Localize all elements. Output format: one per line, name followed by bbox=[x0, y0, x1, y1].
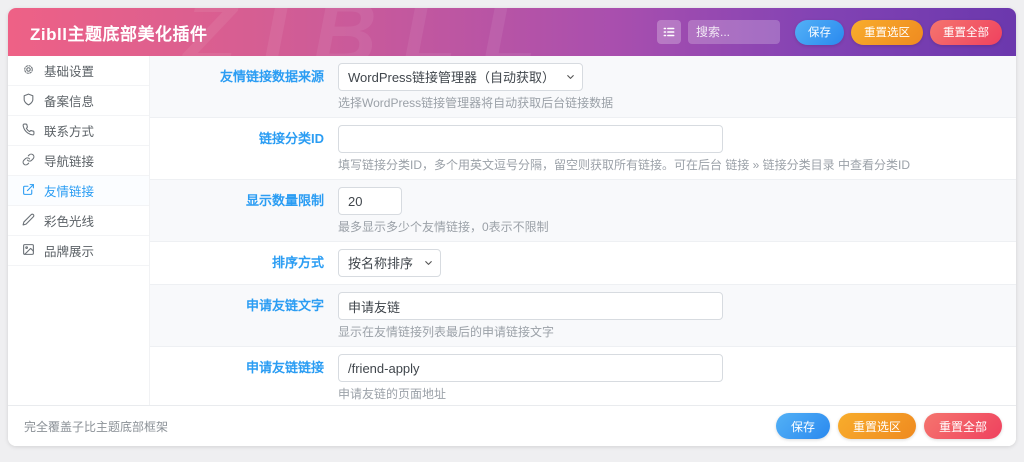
image-icon bbox=[22, 243, 35, 259]
sidebar-item-record-info[interactable]: 备案信息 bbox=[8, 86, 149, 116]
sidebar-item-nav-links[interactable]: 导航链接 bbox=[8, 146, 149, 176]
menu-list-icon[interactable] bbox=[657, 20, 681, 44]
phone-icon bbox=[22, 123, 35, 139]
reset-all-button[interactable]: 重置全部 bbox=[924, 413, 1002, 439]
form-row-data-source: 友情链接数据来源 WordPress链接管理器（自动获取） 选择WordPres… bbox=[150, 56, 1016, 118]
apply-url-input[interactable] bbox=[338, 354, 723, 382]
sidebar-item-label: 彩色光线 bbox=[44, 211, 94, 230]
sidebar-item-label: 基础设置 bbox=[44, 61, 94, 80]
sidebar-item-label: 品牌展示 bbox=[44, 241, 94, 260]
form-row-apply-text: 申请友链文字 显示在友情链接列表最后的申请链接文字 bbox=[150, 285, 1016, 347]
sidebar-item-label: 联系方式 bbox=[44, 121, 94, 140]
form-row-category-id: 链接分类ID 填写链接分类ID，多个用英文逗号分隔，留空则获取所有链接。可在后台… bbox=[150, 118, 1016, 180]
field-help: 选择WordPress链接管理器将自动获取后台链接数据 bbox=[338, 96, 996, 110]
field-label: 申请友链文字 bbox=[150, 292, 338, 339]
field-help: 申请友链的页面地址 bbox=[338, 387, 996, 401]
reset-section-button[interactable]: 重置选区 bbox=[851, 20, 923, 45]
field-help: 填写链接分类ID，多个用英文逗号分隔，留空则获取所有链接。可在后台 链接 » 链… bbox=[338, 158, 996, 172]
form-row-apply-url: 申请友链链接 申请友链的页面地址 bbox=[150, 347, 1016, 409]
sidebar-item-label: 备案信息 bbox=[44, 91, 94, 110]
field-help: 显示在友情链接列表最后的申请链接文字 bbox=[338, 325, 996, 339]
sidebar-item-basic-settings[interactable]: 基础设置 bbox=[8, 56, 149, 86]
save-button[interactable]: 保存 bbox=[795, 20, 844, 45]
settings-form: 友情链接数据来源 WordPress链接管理器（自动获取） 选择WordPres… bbox=[150, 56, 1016, 405]
shield-icon bbox=[22, 93, 35, 109]
data-source-select[interactable]: WordPress链接管理器（自动获取） bbox=[338, 63, 583, 91]
sidebar-item-contact[interactable]: 联系方式 bbox=[8, 116, 149, 146]
save-button[interactable]: 保存 bbox=[776, 413, 830, 439]
sidebar-item-friend-links[interactable]: 友情链接 bbox=[8, 176, 149, 206]
external-link-icon bbox=[22, 183, 35, 199]
link-icon bbox=[22, 153, 35, 169]
field-label: 排序方式 bbox=[150, 249, 338, 277]
form-row-display-limit: 显示数量限制 最多显示多少个友情链接，0表示不限制 bbox=[150, 180, 1016, 242]
sidebar-item-label: 导航链接 bbox=[44, 151, 94, 170]
sort-order-select[interactable]: 按名称排序 bbox=[338, 249, 441, 277]
sidebar-item-brand-display[interactable]: 品牌展示 bbox=[8, 236, 149, 266]
reset-section-button[interactable]: 重置选区 bbox=[838, 413, 916, 439]
page-title: Zibll主题底部美化插件 bbox=[30, 20, 207, 45]
field-help: 最多显示多少个友情链接，0表示不限制 bbox=[338, 220, 996, 234]
form-row-sort-order: 排序方式 按名称排序 bbox=[150, 242, 1016, 285]
apply-text-input[interactable] bbox=[338, 292, 723, 320]
sidebar-item-color-light[interactable]: 彩色光线 bbox=[8, 206, 149, 236]
footer-actions: 保存 重置选区 重置全部 bbox=[776, 413, 1002, 439]
field-label: 链接分类ID bbox=[150, 125, 338, 172]
footer-bar: 完全覆盖子比主题底部框架 保存 重置选区 重置全部 bbox=[8, 405, 1016, 446]
field-label: 友情链接数据来源 bbox=[150, 63, 338, 110]
header-actions: 保存 重置选区 重置全部 bbox=[657, 20, 1002, 45]
header-watermark: ZIBLL bbox=[183, 8, 562, 56]
field-label: 申请友链链接 bbox=[150, 354, 338, 401]
reset-all-button[interactable]: 重置全部 bbox=[930, 20, 1002, 45]
content-area: 基础设置 备案信息 联系方式 bbox=[8, 56, 1016, 405]
settings-sidebar: 基础设置 备案信息 联系方式 bbox=[8, 56, 150, 405]
pen-icon bbox=[22, 213, 35, 229]
gear-icon bbox=[22, 63, 35, 79]
search-input[interactable] bbox=[688, 20, 780, 44]
plugin-settings-panel: ZIBLL Zibll主题底部美化插件 保存 重置选区 重置全部 bbox=[8, 8, 1016, 446]
footer-note: 完全覆盖子比主题底部框架 bbox=[24, 418, 168, 435]
display-limit-input[interactable] bbox=[338, 187, 402, 215]
category-id-input[interactable] bbox=[338, 125, 723, 153]
header-bar: ZIBLL Zibll主题底部美化插件 保存 重置选区 重置全部 bbox=[8, 8, 1016, 56]
sidebar-item-label: 友情链接 bbox=[44, 181, 94, 200]
field-label: 显示数量限制 bbox=[150, 187, 338, 234]
